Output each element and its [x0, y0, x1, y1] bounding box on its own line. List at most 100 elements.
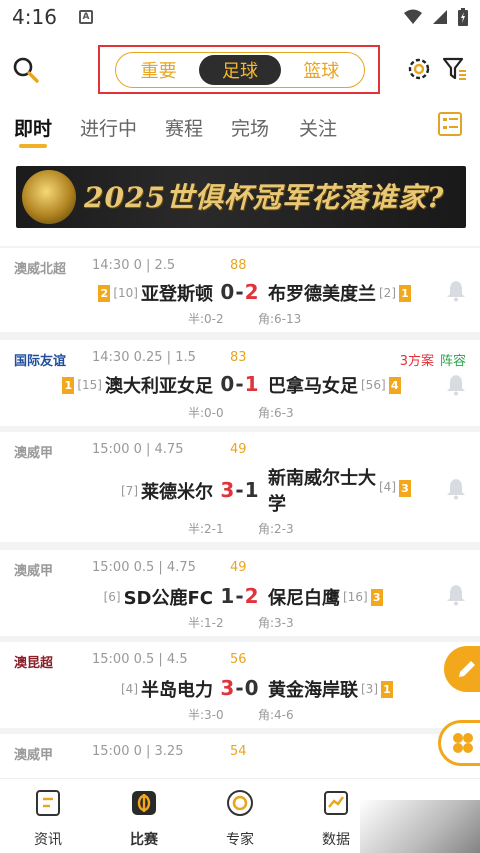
- home-team: 2 [10] 亚登斯顿: [98, 280, 213, 306]
- match-row[interactable]: 澳威甲 15:00 0.5 | 4.75 49 [6] SD公鹿FC 1-2 保…: [0, 550, 480, 636]
- match-time: 15:00: [92, 744, 130, 759]
- pencil-icon: [459, 661, 475, 677]
- corner-shadow: [360, 800, 480, 853]
- nav-data[interactable]: 数据: [306, 789, 366, 849]
- segment-basketball[interactable]: 篮球: [281, 55, 362, 85]
- away-team: 新南威尔士大 学 [4] 3: [268, 466, 411, 518]
- home-team: [4] 半岛电力: [121, 676, 213, 702]
- tab-in-progress[interactable]: 进行中: [80, 114, 137, 141]
- plans-link[interactable]: 3方案: [400, 350, 434, 369]
- home-name: 亚登斯顿: [141, 284, 213, 305]
- match-odds: 0 | 3.25: [133, 744, 184, 759]
- home-name: 半岛电力: [141, 680, 213, 701]
- match-row[interactable]: 澳威北超 14:30 0 | 2.5 88 2 [10] 亚登斯顿 0-2 布罗…: [0, 248, 480, 332]
- match-time: 14:30: [92, 258, 130, 273]
- home-name: 莱德米尔: [141, 482, 213, 503]
- battery-icon: [458, 8, 468, 26]
- card-count: 3: [399, 480, 411, 497]
- tab-followed[interactable]: 关注: [299, 114, 337, 141]
- active-tab-indicator: [19, 144, 47, 148]
- match-odds: 0.25 | 1.5: [133, 350, 196, 365]
- match-score: 0-2: [220, 280, 260, 304]
- bell-icon[interactable]: [446, 584, 466, 606]
- news-icon: [36, 790, 60, 816]
- a-letter-icon: A: [78, 10, 93, 24]
- away-team: 保尼白鹰 [16] 3: [268, 584, 383, 610]
- signal-icon: [433, 10, 447, 24]
- nav-news[interactable]: 资讯: [18, 789, 78, 849]
- wifi-icon: [404, 9, 422, 24]
- tab-live[interactable]: 即时: [14, 114, 52, 141]
- segment-football[interactable]: 足球: [199, 55, 281, 85]
- card-count: 1: [381, 680, 393, 698]
- home-rank: [15]: [77, 378, 102, 392]
- league-name: 澳威甲: [14, 748, 54, 763]
- corner-count: 角:3-3: [258, 616, 294, 630]
- match-minute: 88: [230, 258, 247, 273]
- corner-count: 角:4-6: [258, 708, 294, 722]
- promo-banner-area: 2025世俱杯冠军花落谁家?: [0, 160, 480, 246]
- home-rank: [10]: [113, 286, 138, 300]
- filter-icon[interactable]: [442, 56, 468, 82]
- home-team: 1 [15] 澳大利亚女足: [62, 372, 213, 398]
- away-rank: [16]: [343, 590, 368, 604]
- away-team: 巴拿马女足 [56] 4: [268, 372, 401, 398]
- nav-data-label: 数据: [322, 832, 350, 848]
- match-minute: 49: [230, 560, 247, 575]
- match-row[interactable]: 澳威甲 15:00 0 | 3.25 54: [0, 734, 480, 778]
- bell-icon[interactable]: [446, 374, 466, 396]
- lineup-link[interactable]: 阵容: [440, 350, 466, 369]
- match-minute: 54: [230, 744, 247, 759]
- match-row[interactable]: 澳威甲 15:00 0 | 4.75 49 [7] 莱德米尔 3-1 新南威尔士…: [0, 432, 480, 542]
- segment-important[interactable]: 重要: [118, 55, 199, 85]
- more-fab[interactable]: [438, 720, 480, 766]
- nav-experts[interactable]: 专家: [210, 789, 270, 849]
- half-score: 半:1-2: [188, 616, 224, 630]
- match-score: 3-0: [220, 676, 260, 700]
- nav-matches-label: 比赛: [130, 832, 158, 848]
- match-odds: 0.5 | 4.5: [133, 652, 188, 667]
- home-rank: [7]: [121, 484, 138, 498]
- corner-count: 角:2-3: [258, 522, 294, 536]
- match-odds: 0.5 | 4.75: [133, 560, 196, 575]
- home-team: [6] SD公鹿FC: [104, 584, 213, 610]
- bell-icon[interactable]: [446, 478, 466, 500]
- banner-text: 2025世俱杯冠军花落谁家?: [84, 181, 445, 214]
- card-count: 1: [399, 284, 411, 302]
- card-count: 1: [62, 376, 75, 394]
- clover-icon: [452, 733, 473, 753]
- nav-news-label: 资讯: [34, 832, 62, 848]
- top-bar: 重要 足球 篮球: [0, 34, 480, 104]
- away-name: 黄金海岸联: [268, 680, 358, 701]
- search-icon[interactable]: [12, 56, 40, 84]
- tab-schedule[interactable]: 赛程: [165, 114, 203, 141]
- red-card-count: 2: [98, 284, 111, 302]
- nav-matches[interactable]: 比赛: [114, 789, 174, 849]
- data-chart-icon: [324, 791, 348, 815]
- half-score: 半:3-0: [188, 708, 224, 722]
- away-name-line2: 学: [268, 494, 286, 515]
- away-team: 布罗德美度兰 [2] 1: [268, 280, 411, 306]
- match-time: 15:00: [92, 442, 130, 457]
- status-time: 4:16: [12, 5, 57, 29]
- league-name: 澳威甲: [14, 564, 54, 579]
- away-team: 黄金海岸联 [3] 1: [268, 676, 393, 702]
- sport-segment-control: 重要 足球 篮球: [115, 52, 365, 88]
- corner-count: 角:6-13: [258, 312, 302, 326]
- away-rank: [56]: [361, 378, 386, 392]
- match-row[interactable]: 国际友谊 14:30 0.25 | 1.5 83 3方案 阵容 1 [15] 澳大…: [0, 340, 480, 426]
- match-time: 15:00: [92, 652, 130, 667]
- nav-experts-label: 专家: [226, 832, 254, 848]
- tab-finished[interactable]: 完场: [231, 114, 269, 141]
- gear-icon[interactable]: [406, 56, 432, 82]
- home-team: [7] 莱德米尔: [121, 478, 213, 504]
- bell-icon[interactable]: [446, 280, 466, 302]
- away-name: 保尼白鹰: [268, 588, 340, 609]
- away-rank: [2]: [379, 286, 396, 300]
- match-row[interactable]: 澳昆超 15:00 0.5 | 4.5 56 [4] 半岛电力 3-0 黄金海岸…: [0, 642, 480, 728]
- corner-count: 角:6-3: [258, 406, 294, 420]
- home-rank: [4]: [121, 682, 138, 696]
- layout-toggle-icon[interactable]: [438, 112, 462, 136]
- promo-banner[interactable]: 2025世俱杯冠军花落谁家?: [16, 166, 466, 228]
- half-score: 半:0-0: [188, 406, 224, 420]
